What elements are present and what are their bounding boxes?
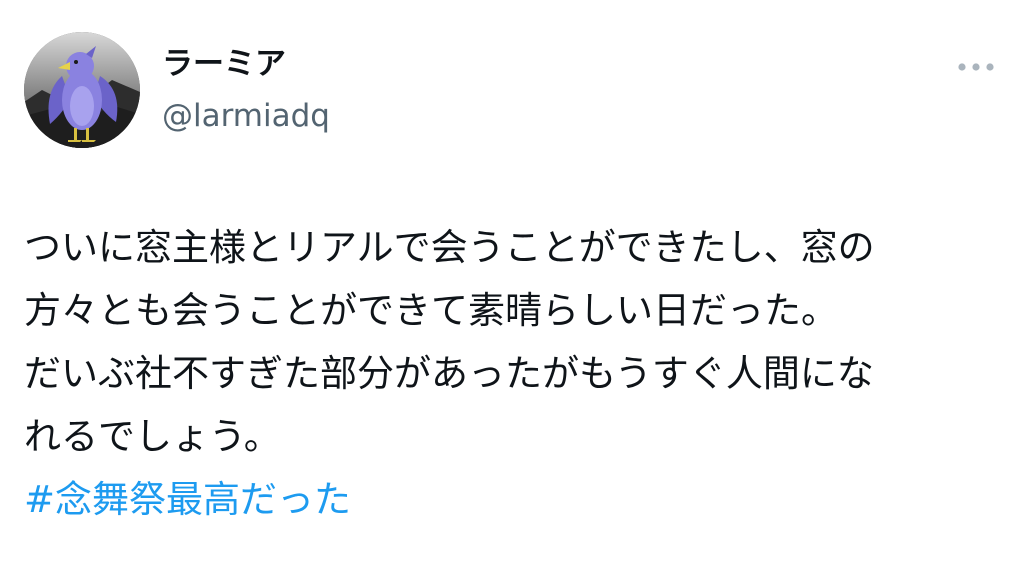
tweet-text: ついに窓主様とリアルで会うことができたし、窓の 方々とも会うことができて素晴らし… [24, 216, 1004, 531]
tweet-text-line: 方々とも会うことができて素晴らしい日だった。 [24, 289, 838, 332]
user-handle[interactable]: @larmiadq [162, 96, 330, 136]
tweet-card: ラーミア @larmiadq ついに窓主様とリアルで会うことができたし、窓の 方… [0, 0, 1024, 585]
hashtag-link[interactable]: #念舞祭最高だった [24, 468, 1004, 531]
tweet-text-line: だいぶ社不すぎた部分があったがもうすぐ人間にな [24, 352, 874, 395]
purple-bird-avatar-icon [24, 32, 140, 148]
avatar[interactable] [24, 32, 140, 148]
tweet-text-line: れるでしょう。 [24, 415, 281, 458]
tweet-text-line: ついに窓主様とリアルで会うことができたし、窓の [24, 226, 875, 269]
more-options-button[interactable] [950, 52, 1002, 82]
more-options-icon [958, 63, 994, 71]
display-name[interactable]: ラーミア [162, 44, 286, 84]
